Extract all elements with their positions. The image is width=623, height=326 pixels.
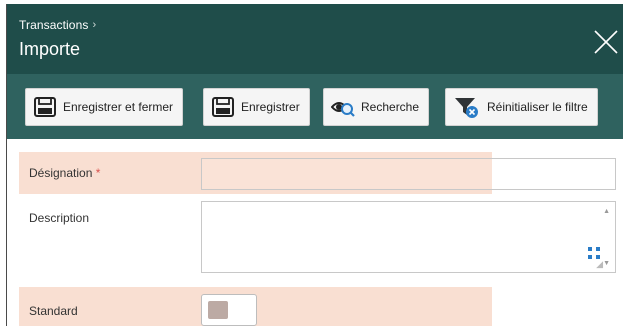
search-eye-icon bbox=[331, 102, 355, 117]
expand-icon[interactable] bbox=[588, 247, 600, 259]
standard-label: Standard bbox=[29, 304, 78, 318]
breadcrumb-transactions[interactable]: Transactions bbox=[19, 18, 88, 32]
dialog: Transactions › Importe Enregistrer et fe… bbox=[6, 4, 623, 326]
save-and-close-button[interactable]: Enregistrer et fermer bbox=[25, 88, 184, 126]
search-label: Recherche bbox=[361, 100, 420, 114]
close-icon[interactable] bbox=[592, 28, 620, 56]
scroll-up-icon[interactable]: ▲ bbox=[603, 208, 610, 215]
standard-toggle[interactable] bbox=[201, 294, 257, 326]
save-label: Enregistrer bbox=[241, 100, 300, 114]
description-field[interactable]: ▲ ◢ ▼ bbox=[201, 201, 616, 273]
designation-label: Désignation * bbox=[29, 166, 101, 180]
save-icon bbox=[34, 97, 56, 117]
reset-filter-button[interactable]: Réinitialiser le filtre bbox=[445, 88, 598, 126]
reset-filter-label: Réinitialiser le filtre bbox=[487, 100, 588, 114]
toggle-knob bbox=[208, 301, 228, 319]
save-and-close-label: Enregistrer et fermer bbox=[63, 100, 174, 114]
form: Désignation * Description ▲ ◢ ▼ Standard bbox=[7, 139, 623, 326]
save-icon bbox=[212, 97, 234, 117]
required-marker: * bbox=[95, 166, 101, 180]
resize-grip-icon[interactable]: ◢ bbox=[596, 259, 603, 270]
description-label: Description bbox=[29, 211, 90, 225]
filter-reset-icon bbox=[455, 98, 478, 118]
dialog-header: Transactions › Importe bbox=[7, 4, 623, 74]
designation-field[interactable] bbox=[201, 158, 616, 190]
page-title: Importe bbox=[19, 39, 81, 59]
scroll-down-icon[interactable]: ▼ bbox=[603, 260, 610, 267]
toolbar: Enregistrer et fermer Enregistrer Recher… bbox=[7, 74, 623, 139]
save-button[interactable]: Enregistrer bbox=[203, 88, 310, 126]
chevron-right-icon: › bbox=[92, 19, 97, 31]
breadcrumb: Transactions › bbox=[19, 18, 96, 32]
search-button[interactable]: Recherche bbox=[323, 88, 430, 126]
